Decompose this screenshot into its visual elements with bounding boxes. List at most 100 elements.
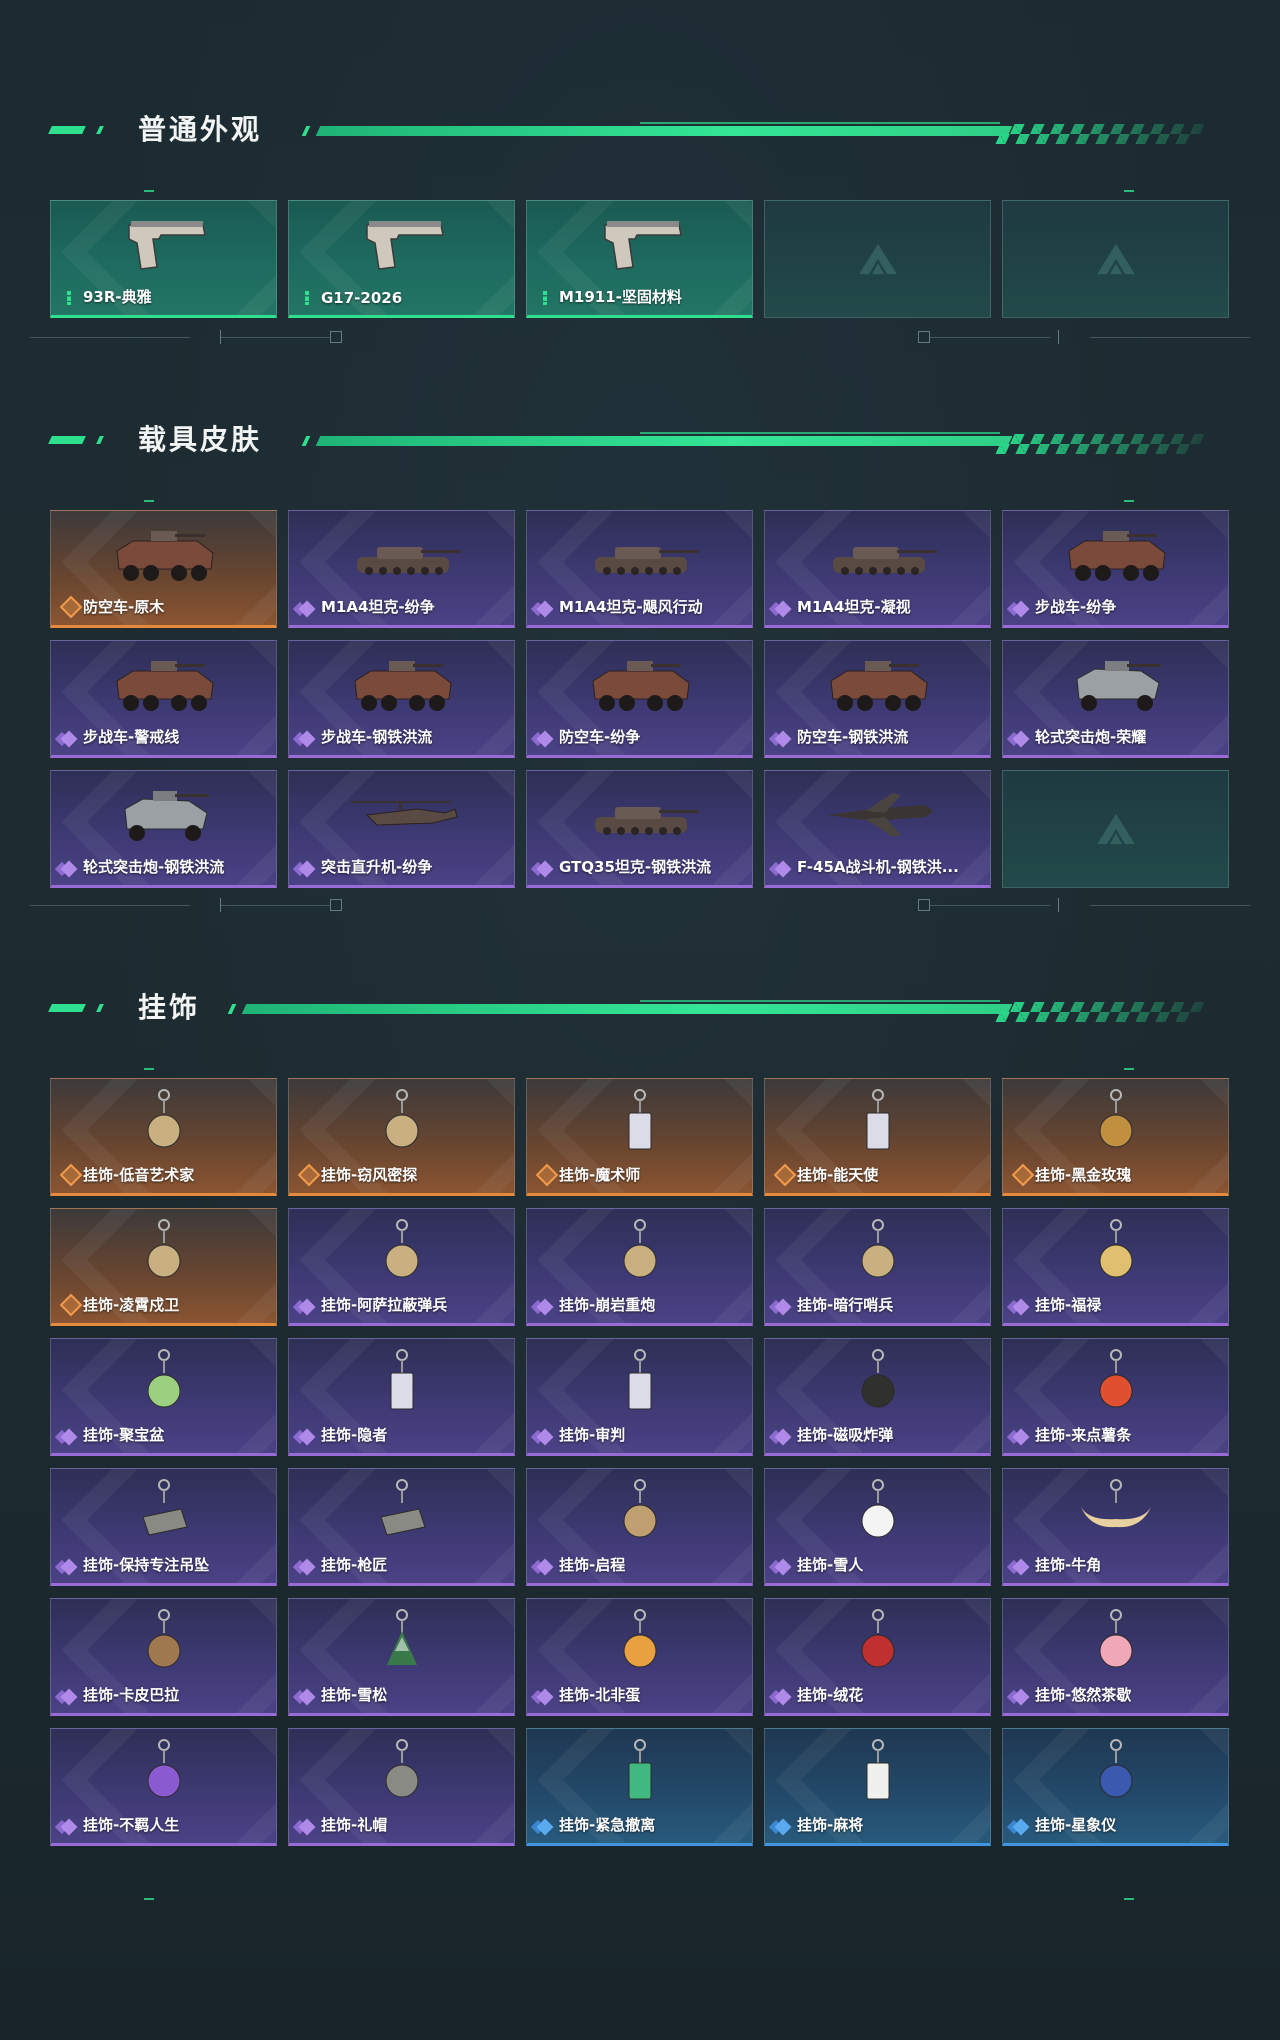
header-thin-line [640,122,1000,124]
item-card[interactable]: 挂饰-低音艺术家 [50,1078,277,1196]
rarity-purple-icon [774,860,792,878]
item-card[interactable]: 挂饰-绒花 [764,1598,991,1716]
armored-vehicle-icon [99,649,229,719]
item-card[interactable]: 93R-典雅 [50,200,277,318]
item-card[interactable]: 挂饰-启程 [526,1468,753,1586]
header-divider-tick [227,1004,237,1014]
item-card[interactable]: GTQ35坦克-钢铁洪流 [526,770,753,888]
rarity-purple-icon [298,1558,316,1576]
corner-mark [1124,1068,1134,1070]
item-card[interactable]: 挂饰-不羁人生 [50,1728,277,1846]
charm-tag-icon [99,1477,229,1547]
item-card[interactable]: 防空车-原木 [50,510,277,628]
item-card[interactable]: 挂饰-审判 [526,1338,753,1456]
header-thin-line [640,1000,1000,1002]
empty-slot [1002,770,1229,888]
item-card[interactable]: 挂饰-悠然茶歇 [1002,1598,1229,1716]
header-accent-tick [96,436,104,444]
item-card[interactable]: 挂饰-枪匠 [288,1468,515,1586]
rarity-purple-icon [536,1688,554,1706]
item-card[interactable]: 步战车-钢铁洪流 [288,640,515,758]
pistol-icon [575,209,705,279]
item-card[interactable]: 轮式突击炮-荣耀 [1002,640,1229,758]
divider-tick [1058,330,1059,344]
item-card[interactable]: 挂饰-崩岩重炮 [526,1208,753,1326]
item-card[interactable]: 挂饰-紧急撤离 [526,1728,753,1846]
item-name: 挂饰-黑金玫瑰 [1035,1166,1132,1184]
charm-snowman-icon [813,1477,943,1547]
item-card[interactable]: 挂饰-凌霄戍卫 [50,1208,277,1326]
section-title: 载具皮肤 [138,423,263,456]
item-card[interactable]: 挂饰-来点薯条 [1002,1338,1229,1456]
item-card[interactable]: 挂饰-暗行哨兵 [764,1208,991,1326]
section: 载具皮肤 防空车-原木 M1A4坦克-纷争 M1A4坦克-飓风行动 M1A4坦克-凝视步… [0,420,1280,900]
rarity-purple-icon [298,860,316,878]
tank-icon [575,779,705,849]
divider-square [330,899,342,911]
item-card[interactable]: M1A4坦克-纷争 [288,510,515,628]
item-card[interactable]: 防空车-钢铁洪流 [764,640,991,758]
item-card[interactable]: 挂饰-雪松 [288,1598,515,1716]
item-card[interactable]: 挂饰-麻将 [764,1728,991,1846]
item-name: GTQ35坦克-钢铁洪流 [559,858,712,876]
rarity-purple-icon [298,1688,316,1706]
charm-card-icon [337,1347,467,1417]
rarity-blue-icon [774,1818,792,1836]
item-card[interactable]: 挂饰-星象仪 [1002,1728,1229,1846]
item-card[interactable]: F-45A战斗机-钢铁洪... [764,770,991,888]
section-header: 挂饰 [0,988,1280,1028]
item-card[interactable]: 轮式突击炮-钢铁洪流 [50,770,277,888]
item-card[interactable]: 挂饰-磁吸炸弹 [764,1338,991,1456]
item-card[interactable]: 突击直升机-纷争 [288,770,515,888]
rarity-blue-icon [536,1818,554,1836]
armored-vehicle-icon [99,519,229,589]
item-card[interactable]: 防空车-纷争 [526,640,753,758]
fighter-jet-icon [813,779,943,849]
logo-placeholder-icon [843,229,913,289]
item-card[interactable]: M1A4坦克-凝视 [764,510,991,628]
item-card[interactable]: 挂饰-雪人 [764,1468,991,1586]
rarity-orange-icon [59,1163,83,1187]
item-card[interactable]: 挂饰-福禄 [1002,1208,1229,1326]
item-card[interactable]: 挂饰-隐者 [288,1338,515,1456]
corner-mark [1124,500,1134,502]
item-name: 防空车-原木 [83,598,165,616]
section-header: 载具皮肤 [0,420,1280,460]
item-name: M1A4坦克-纷争 [321,598,435,616]
item-card[interactable]: 挂饰-北非蛋 [526,1598,753,1716]
item-card[interactable]: 挂饰-牛角 [1002,1468,1229,1586]
section: 挂饰挂饰-低音艺术家 挂饰-窃风密探 挂饰-魔术师 挂饰-能天使 挂饰-黑金玫瑰挂饰-凌… [0,988,1280,1858]
item-card[interactable]: M1A4坦克-飓风行动 [526,510,753,628]
item-card[interactable]: 挂饰-能天使 [764,1078,991,1196]
header-divider-tick [301,126,311,136]
rarity-orange-icon [535,1163,559,1187]
item-card[interactable]: 挂饰-黑金玫瑰 [1002,1078,1229,1196]
rarity-purple-icon [536,600,554,618]
item-name: 防空车-钢铁洪流 [797,728,909,746]
tank-icon [337,519,467,589]
item-card[interactable]: M1911-坚固材料 [526,200,753,318]
item-card[interactable]: 挂饰-卡皮巴拉 [50,1598,277,1716]
item-name: 挂饰-福禄 [1035,1296,1102,1314]
rarity-purple-icon [60,1688,78,1706]
item-card[interactable]: G17-2026 [288,200,515,318]
item-name: 挂饰-悠然茶歇 [1035,1686,1132,1704]
item-card[interactable]: 挂饰-窃风密探 [288,1078,515,1196]
item-card[interactable]: 挂饰-礼帽 [288,1728,515,1846]
item-card[interactable]: 挂饰-魔术师 [526,1078,753,1196]
item-card[interactable]: 挂饰-聚宝盆 [50,1338,277,1456]
item-name: 挂饰-来点薯条 [1035,1426,1132,1444]
item-card[interactable]: 步战车-纷争 [1002,510,1229,628]
item-card[interactable]: 挂饰-保持专注吊坠 [50,1468,277,1586]
rarity-purple-icon [536,860,554,878]
item-card[interactable]: 挂饰-阿萨拉蔽弹兵 [288,1208,515,1326]
section-divider [30,328,1250,348]
charm-shoe-icon [99,1737,229,1807]
charm-egg-icon [575,1607,705,1677]
charm-figure-icon [575,1217,705,1287]
empty-slot [1002,200,1229,318]
item-card[interactable]: 步战车-警戒线 [50,640,277,758]
rarity-purple-icon [298,1428,316,1446]
item-name: 挂饰-保持专注吊坠 [83,1556,210,1574]
header-progress-bar [315,126,1013,136]
